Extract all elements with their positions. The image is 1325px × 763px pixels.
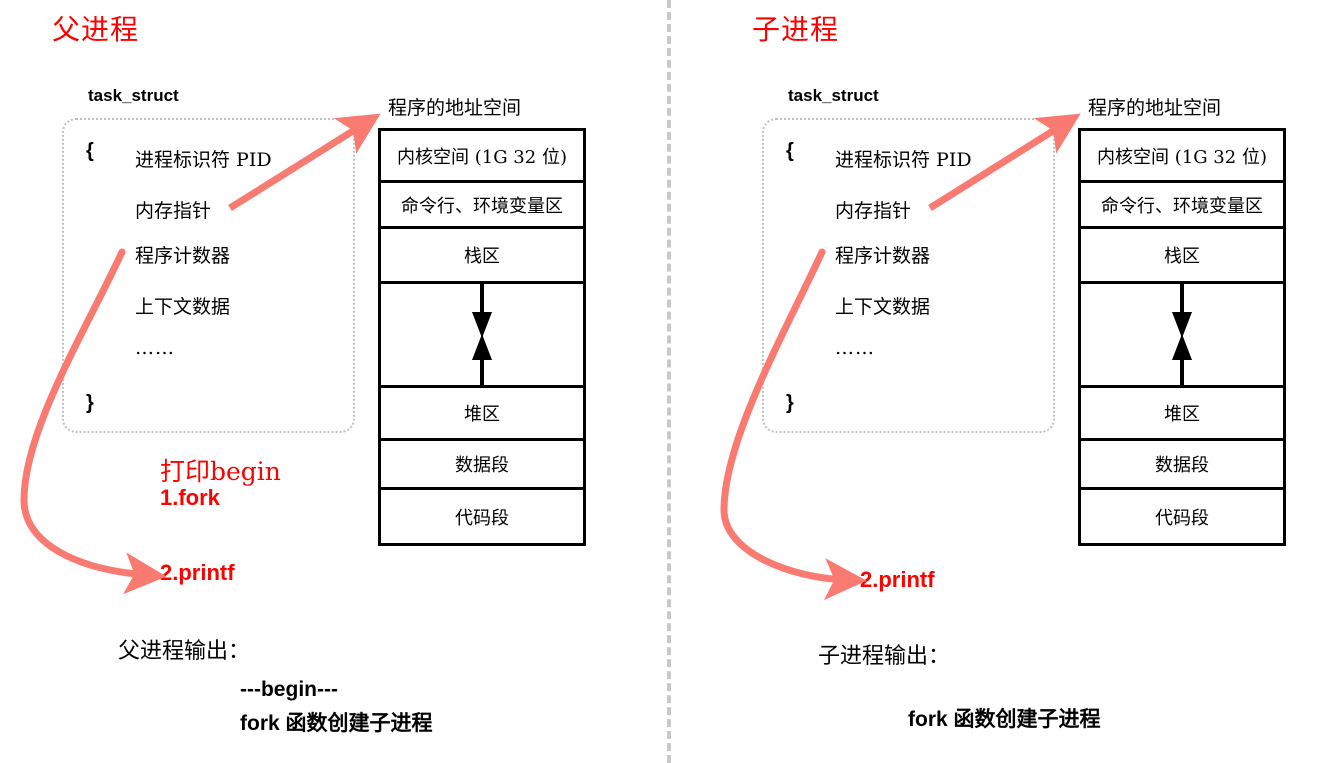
note-printf-child: 2.printf xyxy=(860,567,935,592)
diagram-canvas: 父进程 task_struct { } 进程标识符 PID 内存指针 程序计数器… xyxy=(0,0,1325,763)
stack-heap-direction-arrows-child xyxy=(1167,284,1197,385)
mem-row-gap-parent xyxy=(381,284,583,388)
task-struct-ellipsis-parent: …… xyxy=(135,337,175,359)
note-print-begin-parent: 打印begin xyxy=(160,457,281,486)
address-space-box-child: 内核空间 (1G 32 位) 命令行、环境变量区 栈区 堆区 数据段 代码段 xyxy=(1078,128,1286,546)
task-struct-close-brace-child: } xyxy=(786,392,794,414)
output-line-begin-parent: ---begin--- xyxy=(240,678,338,701)
stack-heap-direction-arrows-parent xyxy=(467,284,497,385)
task-struct-field-context-parent: 上下文数据 xyxy=(135,296,231,318)
task-struct-open-brace-parent: { xyxy=(86,140,94,162)
task-struct-ellipsis-child: …… xyxy=(835,337,875,359)
task-struct-label-parent: task_struct xyxy=(88,86,179,105)
task-struct-field-pc-parent: 程序计数器 xyxy=(135,245,231,267)
mem-row-kernel-parent: 内核空间 (1G 32 位) xyxy=(381,131,583,183)
address-space-caption-parent: 程序的地址空间 xyxy=(388,97,522,119)
mem-row-kernel-child: 内核空间 (1G 32 位) xyxy=(1081,131,1283,183)
output-label-child: 子进程输出： xyxy=(818,644,951,669)
panel-title-child: 子进程 xyxy=(752,13,840,46)
task-struct-field-mem-pointer-child: 内存指针 xyxy=(835,200,912,222)
task-struct-open-brace-child: { xyxy=(786,140,794,162)
note-fork-parent: 1.fork xyxy=(160,485,220,510)
mem-row-env-parent: 命令行、环境变量区 xyxy=(381,183,583,229)
task-struct-label-child: task_struct xyxy=(788,86,879,105)
mem-row-heap-child: 堆区 xyxy=(1081,388,1283,441)
task-struct-close-brace-parent: } xyxy=(86,392,94,414)
mem-row-gap-child xyxy=(1081,284,1283,388)
task-struct-field-mem-pointer-parent: 内存指针 xyxy=(135,200,212,222)
mem-row-env-child: 命令行、环境变量区 xyxy=(1081,183,1283,229)
mem-row-data-segment-parent: 数据段 xyxy=(381,441,583,490)
mem-row-code-segment-parent: 代码段 xyxy=(455,507,509,529)
output-line-fork-parent: fork 函数创建子进程 xyxy=(240,712,433,735)
mem-row-heap-parent: 堆区 xyxy=(381,388,583,441)
mem-row-code-segment-child: 代码段 xyxy=(1155,507,1209,529)
address-space-caption-child: 程序的地址空间 xyxy=(1088,97,1222,119)
mem-row-data-segment-child: 数据段 xyxy=(1081,441,1283,490)
panel-title-parent: 父进程 xyxy=(52,13,140,46)
note-printf-parent: 2.printf xyxy=(160,560,235,585)
task-struct-field-context-child: 上下文数据 xyxy=(835,296,931,318)
task-struct-field-pid-parent: 进程标识符 PID xyxy=(135,149,272,171)
output-label-parent: 父进程输出： xyxy=(118,639,251,664)
task-struct-field-pid-child: 进程标识符 PID xyxy=(835,149,972,171)
mem-row-stack-child: 栈区 xyxy=(1081,229,1283,284)
address-space-box-parent: 内核空间 (1G 32 位) 命令行、环境变量区 栈区 堆区 数据段 代码段 xyxy=(378,128,586,546)
output-line-fork-child: fork 函数创建子进程 xyxy=(908,708,1101,731)
mem-row-stack-parent: 栈区 xyxy=(381,229,583,284)
task-struct-field-pc-child: 程序计数器 xyxy=(835,245,931,267)
panel-divider xyxy=(667,0,671,763)
